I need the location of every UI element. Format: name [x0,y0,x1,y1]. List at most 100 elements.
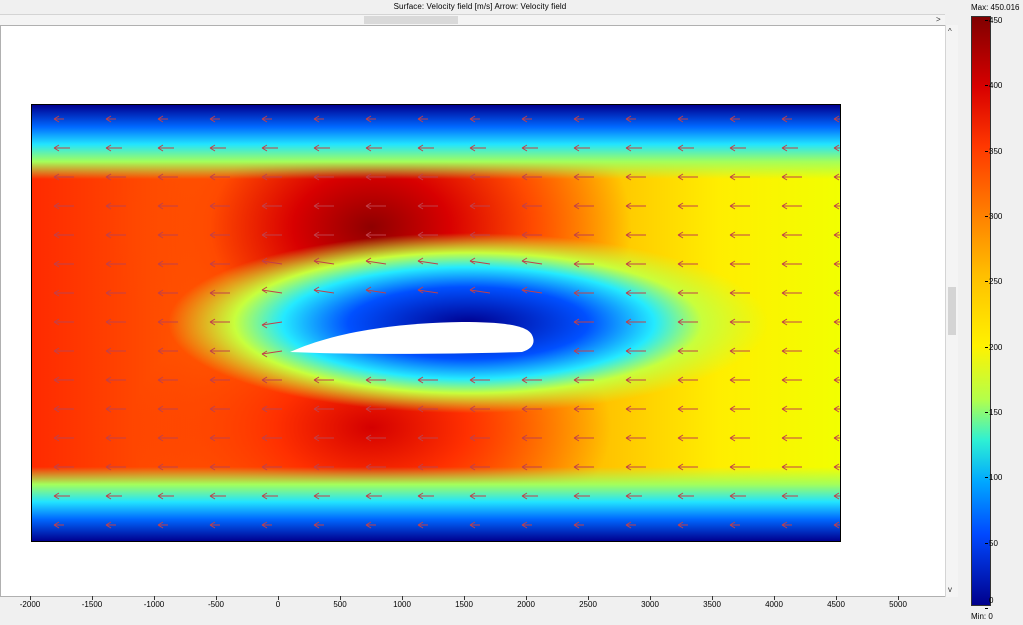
x-tick-label: 1000 [393,600,411,609]
velocity-arrow [469,231,490,239]
velocity-arrow [261,286,283,294]
plot-title: Surface: Velocity field [m/s] Arrow: Vel… [393,2,567,11]
x-tick-label: 3500 [703,600,721,609]
velocity-arrow [625,492,642,500]
colorbar-tick-label: 100 [989,473,1003,483]
velocity-arrow [781,347,802,355]
velocity-arrow [573,260,594,268]
velocity-arrow [833,405,840,413]
colorbar-tick-mark [985,346,988,348]
vertical-scrollbar[interactable]: ^ v [945,25,958,597]
colorbar-tick-mark [985,216,988,217]
graphics-window[interactable] [0,25,946,597]
velocity-arrow [625,202,646,210]
velocity-arrow [261,405,282,413]
velocity-arrow [313,173,334,181]
velocity-arrow [573,318,594,326]
velocity-arrow [365,492,382,500]
velocity-arrow [729,202,750,210]
x-tick-label: -2000 [19,600,41,609]
velocity-arrow [261,463,282,471]
x-tick-label: -1000 [143,600,165,609]
velocity-arrow [573,289,594,297]
velocity-arrow [105,144,122,152]
velocity-arrow [677,434,698,442]
velocity-arrow [469,257,491,265]
velocity-arrow [521,492,538,500]
velocity-arrow [313,257,335,265]
velocity-arrow [157,144,174,152]
velocity-arrow [521,434,542,442]
velocity-arrow [833,347,840,355]
x-tick-label: 2000 [517,600,535,609]
velocity-arrow [833,173,840,181]
velocity-arrow [833,376,840,384]
velocity-arrow [157,347,178,355]
velocity-surface-plot [31,104,841,542]
scroll-right-arrow-icon[interactable]: > [936,15,941,24]
velocity-arrow [313,202,334,210]
velocity-arrow [53,347,74,355]
velocity-arrow [261,321,283,329]
x-tick-label: -1500 [81,600,103,609]
velocity-arrow [729,173,750,181]
velocity-arrow [417,173,438,181]
velocity-arrow [53,144,70,152]
x-tick-label: 2500 [579,600,597,609]
velocity-arrow [53,173,74,181]
velocity-arrow [729,318,750,326]
velocity-arrow [105,521,116,529]
velocity-arrow [573,231,594,239]
colorbar-tick-label: 150 [989,408,1003,417]
velocity-arrow [261,144,278,152]
velocity-arrow [365,521,376,529]
velocity-arrow [469,463,490,471]
velocity-arrow [261,492,278,500]
colorbar [971,16,991,606]
velocity-arrow [677,463,698,471]
velocity-arrow [365,463,386,471]
velocity-arrow [521,376,542,384]
scroll-up-arrow-icon[interactable]: ^ [948,27,952,36]
velocity-arrow [677,521,688,529]
velocity-arrow [781,115,792,123]
colorbar-tick-mark [985,542,988,544]
vertical-scroll-thumb[interactable] [948,287,956,335]
x-tick-label: 3000 [641,600,659,609]
velocity-arrow [469,144,486,152]
colorbar-tick-label: 400 [989,81,1003,91]
velocity-arrow [53,521,64,529]
velocity-arrow [417,376,438,384]
velocity-arrow [677,492,694,500]
velocity-arrow [729,492,746,500]
velocity-arrow [209,405,230,413]
velocity-arrow [625,434,646,442]
velocity-arrow [53,463,74,471]
scroll-down-arrow-icon[interactable]: v [948,585,952,594]
velocity-arrow [625,231,646,239]
velocity-arrow [105,202,126,210]
velocity-arrow [833,115,840,123]
velocity-arrow [313,286,335,294]
velocity-arrow [53,289,74,297]
x-tick-label: 500 [333,600,347,609]
velocity-arrow [53,260,74,268]
velocity-arrow [157,260,178,268]
velocity-arrow [573,434,594,442]
velocity-arrow [105,115,116,123]
velocity-arrow [521,115,532,123]
velocity-arrow [469,434,490,442]
velocity-arrow [209,202,230,210]
velocity-arrow [365,231,386,239]
velocity-arrow [105,376,126,384]
velocity-arrow [313,434,334,442]
velocity-arrow [209,115,220,123]
velocity-arrow [417,405,438,413]
velocity-arrow [625,463,646,471]
velocity-arrow [781,463,802,471]
velocity-arrow [105,405,126,413]
velocity-arrow [365,115,376,123]
horizontal-scroll-thumb[interactable] [364,16,458,24]
velocity-arrow [469,202,490,210]
velocity-arrow [729,260,750,268]
